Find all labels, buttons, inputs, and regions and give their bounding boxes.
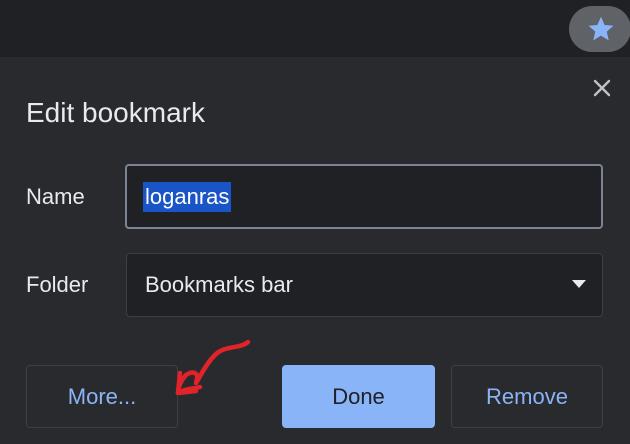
folder-label: Folder (26, 272, 89, 297)
folder-select[interactable]: Bookmarks bar (126, 253, 603, 317)
more-button-label: More... (67, 383, 137, 409)
close-icon (593, 79, 611, 97)
more-button[interactable]: More... (26, 365, 178, 428)
remove-button-label: Remove (486, 383, 568, 409)
remove-button[interactable]: Remove (451, 365, 603, 428)
name-input-value: loganras (143, 181, 232, 212)
folder-select-value: Bookmarks bar (145, 272, 293, 297)
annotation-arrow-icon (175, 339, 251, 396)
bookmark-star-button[interactable] (569, 6, 630, 52)
name-input[interactable]: loganras (125, 164, 603, 229)
star-icon (588, 16, 614, 41)
done-button[interactable]: Done (282, 365, 435, 428)
browser-toolbar (0, 0, 630, 57)
close-button[interactable] (588, 74, 616, 102)
done-button-label: Done (332, 383, 385, 409)
dialog-title: Edit bookmark (26, 97, 205, 128)
dropdown-caret-icon (572, 280, 586, 288)
name-label: Name (26, 184, 85, 209)
